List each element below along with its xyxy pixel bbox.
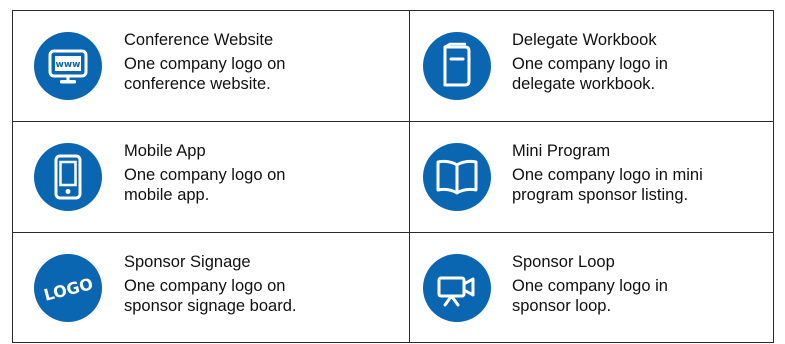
benefit-title: Sponsor Signage [124, 252, 251, 271]
benefit-text: Mini Program One company logo in mini pr… [512, 141, 703, 205]
benefit-title: Delegate Workbook [512, 31, 657, 49]
svg-text:www: www [56, 60, 81, 70]
benefit-text: Mobile App One company logo on mobile ap… [124, 141, 285, 205]
benefit-mobile-app: Mobile App One company logo on mobile ap… [13, 122, 410, 233]
benefit-description: One company logo in delegate workbook. [512, 55, 668, 93]
benefit-description: One company logo in sponsor loop. [512, 276, 668, 315]
benefit-text: Delegate Workbook One company logo in de… [512, 30, 668, 94]
benefit-sponsor-signage: LOGO Sponsor Signage One company logo on… [13, 233, 410, 342]
benefit-mini-program: Mini Program One company logo in mini pr… [410, 122, 773, 233]
benefit-sponsor-loop: Sponsor Loop One company logo in sponsor… [410, 233, 773, 342]
benefit-delegate-workbook: Delegate Workbook One company logo in de… [410, 11, 773, 122]
sponsorship-benefits-grid: www Conference Website One company logo … [12, 10, 774, 343]
benefit-text: Conference Website One company logo on c… [124, 30, 285, 94]
benefit-description: One company logo on conference website. [124, 55, 286, 93]
benefit-title: Mobile App [124, 142, 206, 160]
benefit-conference-website: www Conference Website One company logo … [13, 11, 410, 122]
benefit-title: Mini Program [512, 142, 611, 160]
workbook-icon [423, 32, 491, 100]
benefit-text: Sponsor Loop One company logo in sponsor… [512, 252, 668, 316]
www-monitor-icon: www [34, 32, 102, 100]
benefit-text: Sponsor Signage One company logo on spon… [124, 252, 296, 316]
video-camera-icon [423, 253, 491, 322]
open-book-icon [423, 143, 491, 211]
benefit-description: One company logo on sponsor signage boar… [124, 276, 297, 315]
mobile-phone-icon [34, 143, 102, 211]
benefit-description: One company logo in mini program sponsor… [512, 166, 703, 204]
svg-text:LOGO: LOGO [42, 274, 95, 305]
benefit-title: Sponsor Loop [512, 252, 615, 271]
logo-icon: LOGO [34, 253, 102, 322]
benefit-description: One company logo on mobile app. [124, 166, 286, 204]
benefit-title: Conference Website [124, 31, 274, 49]
